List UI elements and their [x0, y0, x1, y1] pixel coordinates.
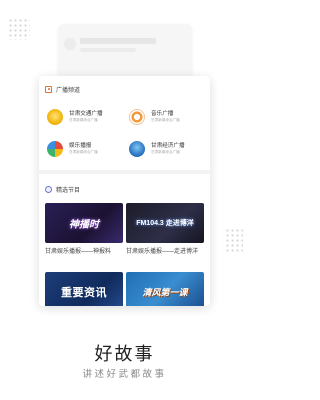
channel-name: 甘肃经济广播	[151, 143, 185, 149]
thumbnail-text: 清风第一课	[142, 287, 188, 298]
radio-icon	[45, 85, 52, 93]
channel-item[interactable]: 甘肃交通广播 甘肃新闻综合广播	[47, 104, 125, 130]
music-radio-logo-icon	[129, 109, 145, 125]
channel-subtitle: 甘肃新闻综合广播	[151, 150, 180, 154]
program-thumbnail[interactable]: FM104.3 走进博洋	[126, 203, 204, 243]
channel-subtitle: 甘肃新闻综合广播	[69, 150, 98, 154]
tagline-title: 好故事	[94, 344, 155, 364]
channel-subtitle: 甘肃新闻综合广播	[69, 118, 98, 122]
section-divider	[39, 170, 210, 174]
featured-section-header: 精选节目	[45, 184, 80, 194]
decorative-dots	[8, 18, 30, 40]
program-thumbnail[interactable]: 神播时	[45, 203, 123, 243]
entertainment-logo-icon	[47, 141, 63, 157]
radio-section-header: 广播频道	[45, 84, 80, 94]
channel-item[interactable]: 甘肃经济广播 甘肃新闻综合广播	[129, 136, 207, 162]
channel-item[interactable]: 音乐广播 甘肃新闻综合广播	[129, 104, 207, 130]
channel-name: 甘肃交通广播	[69, 111, 103, 117]
thumbnail-text: 重要资讯	[61, 287, 107, 299]
program-thumbnail[interactable]: 清风第一课	[126, 272, 204, 306]
decorative-dots	[225, 228, 243, 254]
channel-subtitle: 甘肃新闻综合广播	[151, 118, 180, 122]
program-thumbnail[interactable]: 重要资讯	[45, 272, 123, 306]
channel-item[interactable]: 娱乐播报 甘肃新闻综合广播	[47, 136, 125, 162]
tagline-subtitle: 讲述好武都故事	[82, 369, 167, 380]
featured-section-title: 精选节目	[56, 187, 81, 194]
thumbnail-text: 神播时	[69, 219, 99, 231]
channel-name: 音乐广播	[151, 111, 174, 117]
background-card	[58, 24, 192, 84]
app-preview-card: 广播频道 甘肃交通广播 甘肃新闻综合广播 音乐广播 甘肃新闻综合广播 娱乐播报 …	[39, 76, 210, 306]
featured-icon	[45, 185, 52, 193]
channel-name: 娱乐播报	[69, 143, 92, 149]
thumbnail-text: FM104.3 走进博洋	[136, 220, 194, 227]
gansu-economy-logo-icon	[129, 141, 145, 157]
gansu-traffic-logo-icon	[47, 109, 63, 125]
channel-grid: 甘肃交通广播 甘肃新闻综合广播 音乐广播 甘肃新闻综合广播 娱乐播报 甘肃新闻综…	[39, 100, 210, 162]
program-caption[interactable]: 甘肃娱乐播报——神报料	[45, 247, 125, 257]
program-caption[interactable]: 甘肃娱乐播报——走进博洋	[126, 247, 206, 257]
radio-section-title: 广播频道	[56, 87, 81, 94]
